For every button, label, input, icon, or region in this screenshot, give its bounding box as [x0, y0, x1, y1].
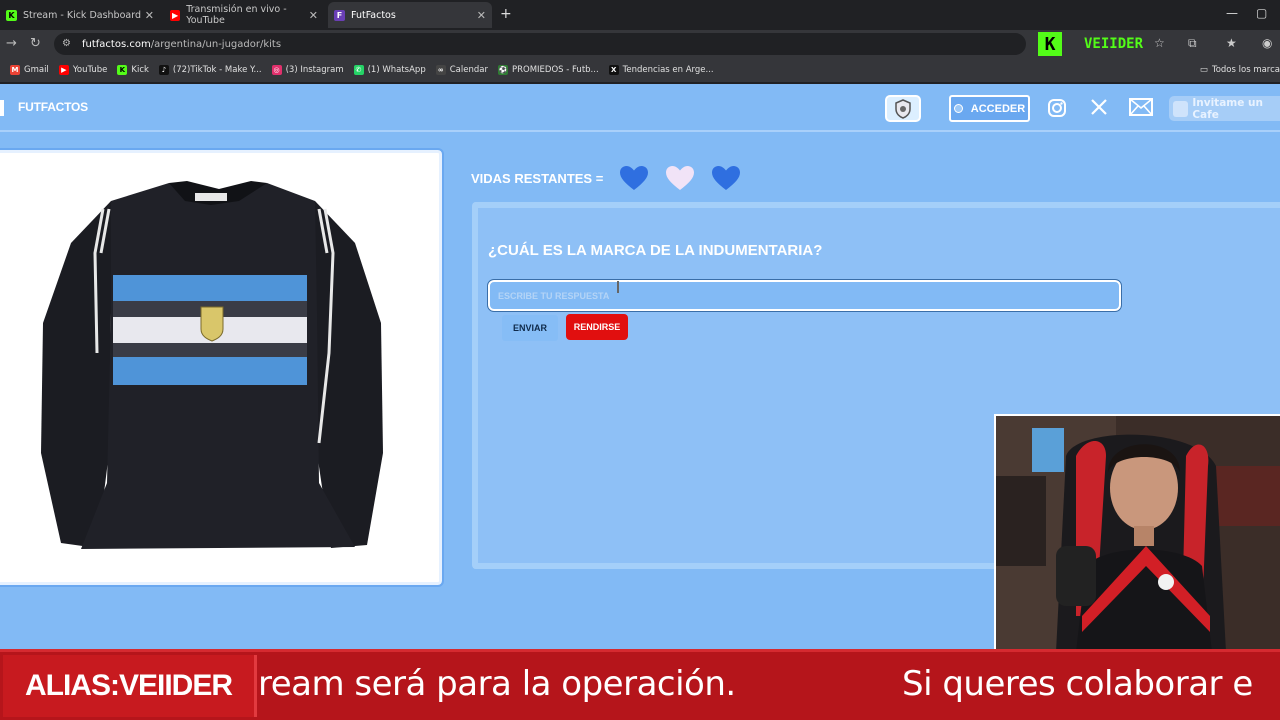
bookmark-calendar[interactable]: ∞ Calendar — [435, 65, 488, 75]
submit-button[interactable]: ENVIAR — [502, 315, 558, 341]
login-label: ACCEDER — [970, 102, 1026, 115]
streamer-video — [996, 416, 1280, 650]
alias-badge: ALIAS:VEIIDER — [3, 655, 257, 717]
user-icon — [953, 104, 963, 113]
lives-indicator: VIDAS RESTANTES = — [471, 165, 741, 191]
bookmark-youtube[interactable]: ▶ YouTube — [58, 65, 108, 75]
bookmark-label: (1) WhatsApp — [367, 65, 426, 75]
bookmark-tiktok[interactable]: ♪ (72)TikTok - Make Y... — [158, 65, 262, 75]
logo-mark — [0, 100, 4, 116]
bookmark-label: (3) Instagram — [285, 65, 344, 75]
bookmark-promiedos[interactable]: ⚽ PROMIEDOS - Futb... — [497, 65, 599, 75]
bookmark-instagram[interactable]: ◎ (3) Instagram — [271, 65, 344, 75]
jersey-image — [41, 181, 383, 549]
text-cursor-icon — [617, 281, 619, 293]
lives-label: VIDAS RESTANTES = — [471, 170, 604, 186]
minimize-icon[interactable]: — — [1226, 6, 1238, 20]
mail-icon[interactable] — [1129, 98, 1153, 120]
bookmark-label: Tendencias en Arge... — [622, 65, 714, 75]
question-text: ¿CUÁL ES LA MARCA DE LA INDUMENTARIA? — [488, 242, 823, 259]
bookmarks-bar: M Gmail ▶ YouTube K Kick ♪ (72)TikTok - Make… — [0, 58, 1280, 82]
futfactos-icon: F — [334, 9, 345, 21]
tab-kick-dashboard[interactable]: K Stream - Kick Dashboard ✕ — [0, 2, 160, 28]
folder-icon: ▭ — [1199, 65, 1208, 75]
site-header: FUTFACTOS ACCEDER Invitame un Cafe — [0, 84, 1280, 132]
calendar-icon: ∞ — [435, 65, 446, 75]
coffee-icon — [1173, 100, 1189, 117]
x-icon: X — [608, 65, 619, 75]
youtube-icon: ▶ — [58, 65, 69, 75]
bookmark-star-icon[interactable]: ★ — [1226, 36, 1237, 50]
site-brand[interactable]: FUTFACTOS — [18, 100, 88, 114]
close-icon[interactable]: ✕ — [309, 9, 318, 22]
ticker-message-next: Si queres colaborar e — [902, 664, 1253, 704]
bookmark-label: YouTube — [72, 65, 108, 75]
shield-button[interactable] — [885, 95, 921, 122]
heart-full-icon — [712, 166, 741, 190]
gmail-icon: M — [10, 65, 20, 75]
stream-ticker: ALIAS:VEIIDER ream será para la operació… — [0, 649, 1280, 720]
kit-image-card — [0, 148, 444, 587]
profile-icon[interactable]: ◉ — [1262, 36, 1272, 50]
promiedos-icon: ⚽ — [497, 65, 508, 75]
browser-tab-bar: K Stream - Kick Dashboard ✕ ▶ Transmisió… — [0, 0, 1280, 30]
star-icon[interactable]: ☆ — [1154, 36, 1165, 50]
instagram-icon: ◎ — [271, 65, 282, 75]
tab-youtube[interactable]: ▶ Transmisión en vivo - YouTube ✕ — [164, 2, 324, 28]
forward-icon[interactable]: → — [6, 36, 17, 51]
url-bar[interactable]: ⚙ futfactos.com/argentina/un-jugador/kit… — [54, 33, 1026, 55]
bookmark-kick[interactable]: K Kick — [117, 65, 149, 75]
extension-label: VEIIDER — [1084, 36, 1144, 52]
new-tab-button[interactable]: + — [500, 6, 512, 22]
bookmark-label: Calendar — [449, 65, 488, 75]
bookmark-label: Gmail — [24, 65, 49, 75]
kick-icon: K — [117, 65, 128, 75]
close-icon[interactable]: ✕ — [145, 9, 154, 22]
tab-title: Transmisión en vivo - YouTube — [186, 4, 287, 26]
tab-futfactos[interactable]: F FutFactos ✕ — [328, 2, 492, 28]
extensions-icon[interactable]: ⧉ — [1188, 36, 1197, 51]
address-bar-row: → ↻ ⚙ futfactos.com/argentina/un-jugador… — [0, 30, 1280, 58]
tiktok-icon: ♪ — [158, 65, 169, 75]
shield-icon — [895, 98, 911, 119]
youtube-icon: ▶ — [170, 9, 181, 21]
coffee-label: Invitame un Cafe — [1192, 96, 1263, 121]
tab-title: FutFactos — [351, 9, 396, 21]
bookmark-gmail[interactable]: M Gmail — [10, 65, 49, 75]
bookmark-label: PROMIEDOS - Futb... — [511, 65, 599, 75]
heart-lost-icon — [666, 166, 695, 190]
webcam-overlay — [994, 414, 1280, 650]
bookmark-label: (72)TikTok - Make Y... — [172, 65, 262, 75]
url-path: /argentina/un-jugador/kits — [150, 38, 282, 50]
site-info-icon[interactable]: ⚙ — [62, 38, 74, 50]
reload-icon[interactable]: ↻ — [30, 36, 41, 51]
coffee-button[interactable]: Invitame un Cafe — [1169, 96, 1280, 121]
bookmark-label: Kick — [131, 65, 149, 75]
x-icon[interactable] — [1090, 98, 1108, 120]
kick-icon: K — [6, 9, 17, 21]
bookmark-x[interactable]: X Tendencias en Arge... — [608, 65, 714, 75]
heart-full-icon — [620, 166, 649, 190]
instagram-icon[interactable] — [1047, 98, 1067, 122]
maximize-icon[interactable]: ▢ — [1256, 6, 1267, 20]
login-button[interactable]: ACCEDER — [949, 95, 1030, 122]
whatsapp-icon: ✆ — [353, 65, 364, 75]
answer-input[interactable] — [487, 279, 1122, 312]
bookmark-whatsapp[interactable]: ✆ (1) WhatsApp — [353, 65, 426, 75]
close-icon[interactable]: ✕ — [477, 9, 486, 22]
all-bookmarks[interactable]: ▭ Todos los marca — [1200, 58, 1280, 82]
all-bookmarks-label: Todos los marca — [1211, 65, 1280, 75]
ticker-message: ream será para la operación. — [258, 664, 736, 704]
kick-extension-icon[interactable]: K — [1030, 30, 1070, 58]
url-domain: futfactos.com — [82, 38, 151, 50]
tab-title: Stream - Kick Dashboard — [23, 9, 141, 21]
give-up-button[interactable]: RENDIRSE — [566, 314, 628, 340]
